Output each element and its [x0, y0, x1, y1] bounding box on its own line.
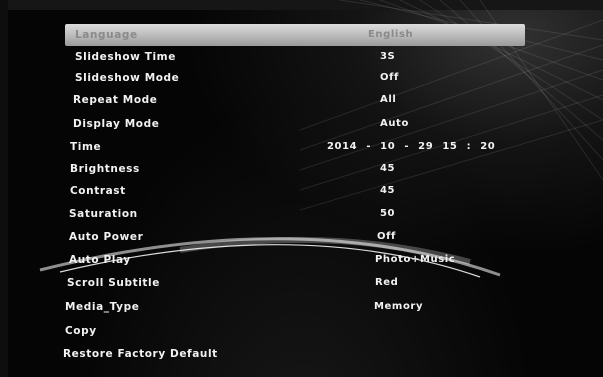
menu-row-slideshow-time[interactable]: Slideshow Time 3S	[65, 46, 525, 68]
menu-row-copy[interactable]: Copy	[65, 320, 525, 342]
menu-value-media-type: Memory	[374, 301, 424, 312]
menu-label-time: Time	[70, 141, 102, 153]
menu-row-brightness[interactable]: Brightness 45	[65, 158, 525, 180]
menu-label-media-type: Media_Type	[65, 301, 140, 313]
menu-label-slideshow-mode: Slideshow Mode	[75, 72, 180, 84]
menu-value-contrast: 45	[380, 185, 396, 196]
menu-value-slideshow-time: 3S	[380, 51, 396, 62]
menu-row-display-mode[interactable]: Display Mode Auto	[65, 113, 525, 135]
menu-value-display-mode: Auto	[380, 118, 409, 129]
menu-value-repeat-mode: All	[380, 94, 397, 105]
menu-label-repeat-mode: Repeat Mode	[73, 94, 158, 106]
menu-value-brightness: 45	[380, 163, 396, 174]
menu-value-auto-play: Photo+Music	[375, 254, 456, 265]
menu-label-restore-factory-default: Restore Factory Default	[63, 348, 218, 360]
settings-screen: Language English Slideshow Time 3S Slide…	[0, 0, 603, 377]
menu-label-scroll-subtitle: Scroll Subtitle	[67, 277, 160, 289]
menu-row-restore-factory-default[interactable]: Restore Factory Default	[63, 343, 523, 365]
menu-row-auto-play[interactable]: Auto Play Photo+Music	[65, 249, 525, 271]
menu-value-language: English	[368, 29, 414, 40]
menu-row-auto-power[interactable]: Auto Power Off	[65, 226, 525, 248]
menu-value-auto-power: Off	[377, 231, 397, 242]
menu-row-contrast[interactable]: Contrast 45	[65, 180, 525, 202]
menu-value-scroll-subtitle: Red	[375, 277, 399, 288]
menu-label-slideshow-time: Slideshow Time	[75, 51, 176, 63]
menu-row-slideshow-mode[interactable]: Slideshow Mode Off	[65, 67, 525, 89]
menu-label-display-mode: Display Mode	[73, 118, 160, 130]
menu-row-repeat-mode[interactable]: Repeat Mode All	[65, 89, 525, 111]
menu-label-saturation: Saturation	[69, 208, 138, 220]
menu-label-copy: Copy	[65, 325, 97, 337]
menu-value-time: 2014 - 10 - 29 15 : 20	[327, 141, 496, 152]
menu-row-language[interactable]: Language English	[65, 24, 525, 46]
menu-value-saturation: 50	[380, 208, 396, 219]
menu-row-saturation[interactable]: Saturation 50	[65, 203, 525, 225]
menu-value-slideshow-mode: Off	[380, 72, 400, 83]
menu-label-brightness: Brightness	[70, 163, 140, 175]
menu-row-scroll-subtitle[interactable]: Scroll Subtitle Red	[65, 272, 525, 294]
menu-label-auto-power: Auto Power	[69, 231, 144, 243]
menu-label-contrast: Contrast	[70, 185, 126, 197]
menu-row-media-type[interactable]: Media_Type Memory	[65, 296, 525, 318]
menu-label-language: Language	[75, 29, 138, 41]
menu-label-auto-play: Auto Play	[69, 254, 131, 266]
menu-row-time[interactable]: Time 2014 - 10 - 29 15 : 20	[65, 136, 525, 158]
